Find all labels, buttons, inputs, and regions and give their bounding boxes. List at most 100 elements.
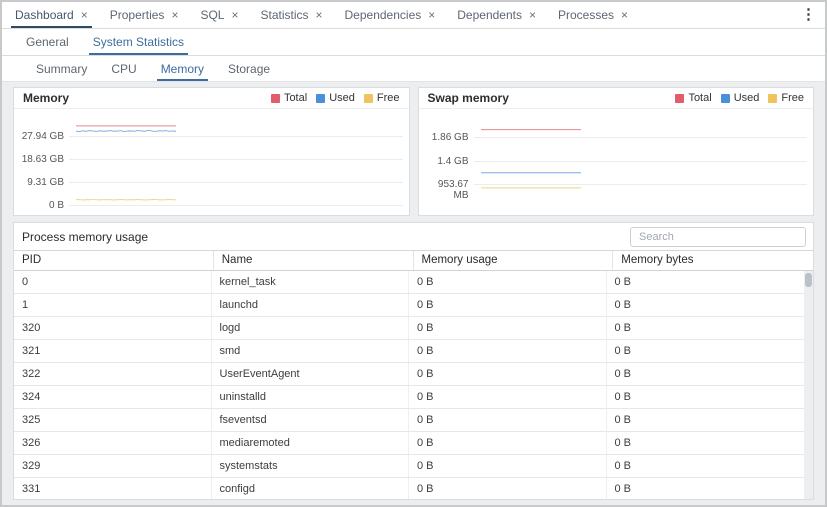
tab-storage[interactable]: Storage xyxy=(216,56,282,81)
tab-dashboard[interactable]: Dashboard× xyxy=(4,2,99,28)
legend-label: Free xyxy=(377,92,400,104)
legend-item-free[interactable]: Free xyxy=(364,92,400,104)
close-icon[interactable]: × xyxy=(231,9,238,21)
legend-label: Free xyxy=(781,92,804,104)
close-icon[interactable]: × xyxy=(171,9,178,21)
table-body: 0kernel_task0 B0 B1launchd0 B0 B320logd0… xyxy=(14,271,813,499)
swap-chart-legend: Total Used Free xyxy=(675,92,804,104)
dashboard-tab-bar: GeneralSystem Statistics xyxy=(2,29,825,56)
cell-name: kernel_task xyxy=(212,271,410,293)
swap-chart-plot: 1.86 GB1.4 GB953.67 MB xyxy=(421,110,812,213)
cell-pid: 326 xyxy=(14,432,212,454)
tab-cpu[interactable]: CPU xyxy=(99,56,148,81)
cell-memory-bytes: 0 B xyxy=(607,432,805,454)
close-icon[interactable]: × xyxy=(529,9,536,21)
column-header-memory-bytes[interactable]: Memory bytes xyxy=(613,251,813,270)
table-row[interactable]: 320logd0 B0 B xyxy=(14,317,804,340)
cell-pid: 0 xyxy=(14,271,212,293)
tab-properties[interactable]: Properties× xyxy=(99,2,190,28)
tab-statistics[interactable]: Statistics× xyxy=(249,2,333,28)
cell-pid: 331 xyxy=(14,478,212,499)
y-axis-tick-label: 1.86 GB xyxy=(421,132,469,143)
table-column-headers: PIDNameMemory usageMemory bytes xyxy=(14,250,813,271)
free-swatch-icon xyxy=(768,94,777,103)
memory-chart-panel: Memory TotalUsedFree 27.94 GB18.63 GB9.3… xyxy=(13,87,410,216)
cell-name: systemstats xyxy=(212,455,410,477)
tab-summary[interactable]: Summary xyxy=(24,56,99,81)
pgadmin-dashboard-window: Dashboard×Properties×SQL×Statistics×Depe… xyxy=(0,0,827,507)
cell-pid: 322 xyxy=(14,363,212,385)
y-axis-tick-label: 9.31 GB xyxy=(16,177,64,188)
memory-chart-header: Memory Total Used Free xyxy=(14,88,409,109)
tab-label: Processes xyxy=(558,8,614,22)
column-header-name[interactable]: Name xyxy=(214,251,414,270)
cell-name: smd xyxy=(212,340,410,362)
table-row[interactable]: 321smd0 B0 B xyxy=(14,340,804,363)
swap-chart-title: Swap memory xyxy=(428,91,509,105)
kebab-menu-icon[interactable]: ⋮ xyxy=(801,6,816,24)
main-tab-bar: Dashboard×Properties×SQL×Statistics×Depe… xyxy=(2,2,825,29)
memory-chart-title: Memory xyxy=(23,91,69,105)
y-axis-tick-label: 0 B xyxy=(16,200,64,211)
cell-name: fseventsd xyxy=(212,409,410,431)
cell-memory-usage: 0 B xyxy=(409,271,607,293)
legend-label: Used xyxy=(329,92,355,104)
process-table-title: Process memory usage xyxy=(22,230,148,244)
table-scrollbar-track[interactable] xyxy=(804,271,813,499)
y-axis-tick-label: 953.67 MB xyxy=(421,179,469,201)
tab-label: Dependents xyxy=(457,8,522,22)
table-row[interactable]: 331configd0 B0 B xyxy=(14,478,804,499)
cell-name: logd xyxy=(212,317,410,339)
tab-sql[interactable]: SQL× xyxy=(189,2,249,28)
free-swatch-icon xyxy=(364,94,373,103)
close-icon[interactable]: × xyxy=(316,9,323,21)
table-row[interactable]: 1launchd0 B0 B xyxy=(14,294,804,317)
legend-item-total[interactable]: Total xyxy=(271,92,307,104)
close-icon[interactable]: × xyxy=(81,9,88,21)
y-axis-tick-label: 18.63 GB xyxy=(16,154,64,165)
legend-item-total[interactable]: Total xyxy=(675,92,711,104)
legend-label: Total xyxy=(284,92,307,104)
swap-memory-chart-panel: Swap memory Total Used Free 1.86 GB1.4 GB9… xyxy=(418,87,815,216)
legend-item-free[interactable]: Free xyxy=(768,92,804,104)
tab-system-statistics[interactable]: System Statistics xyxy=(81,29,196,55)
cell-pid: 324 xyxy=(14,386,212,408)
tab-memory[interactable]: Memory xyxy=(149,56,216,81)
tab-processes[interactable]: Processes × xyxy=(547,2,639,28)
series-line-used xyxy=(76,130,176,131)
used-swatch-icon xyxy=(721,94,730,103)
cell-pid: 1 xyxy=(14,294,212,316)
cell-memory-usage: 0 B xyxy=(409,294,607,316)
tab-label: Dependencies xyxy=(345,8,422,22)
tab-general[interactable]: General xyxy=(14,29,81,55)
cell-name: UserEventAgent xyxy=(212,363,410,385)
cell-name: configd xyxy=(212,478,410,499)
search-input[interactable] xyxy=(630,227,806,247)
column-header-pid[interactable]: PID xyxy=(14,251,214,270)
table-row[interactable]: 325fseventsd0 B0 B xyxy=(14,409,804,432)
table-row[interactable]: 329systemstats0 B0 B xyxy=(14,455,804,478)
table-row[interactable]: 0kernel_task0 B0 B xyxy=(14,271,804,294)
table-scrollbar-thumb[interactable] xyxy=(805,273,812,287)
tab-dependencies[interactable]: Dependencies × xyxy=(334,2,447,28)
tab-dependents[interactable]: Dependents × xyxy=(446,2,547,28)
table-row[interactable]: 322UserEventAgent0 B0 B xyxy=(14,363,804,386)
cell-pid: 320 xyxy=(14,317,212,339)
legend-item-used[interactable]: Used xyxy=(316,92,355,104)
cell-memory-bytes: 0 B xyxy=(607,294,805,316)
swap-memory-series-lines xyxy=(481,110,581,213)
legend-label: Used xyxy=(734,92,760,104)
legend-item-used[interactable]: Used xyxy=(721,92,760,104)
cell-pid: 325 xyxy=(14,409,212,431)
memory-chart-legend: Total Used Free xyxy=(271,92,400,104)
table-row[interactable]: 324uninstalld0 B0 B xyxy=(14,386,804,409)
close-icon[interactable]: × xyxy=(428,9,435,21)
cell-name: launchd xyxy=(212,294,410,316)
memory-series-lines xyxy=(76,110,176,213)
column-header-memory-usage[interactable]: Memory usage xyxy=(414,251,614,270)
process-memory-panel: Process memory usage PIDNameMemory usage… xyxy=(13,222,814,500)
close-icon[interactable]: × xyxy=(621,9,628,21)
cell-memory-usage: 0 B xyxy=(409,340,607,362)
cell-name: uninstalld xyxy=(212,386,410,408)
table-row[interactable]: 326mediaremoted0 B0 B xyxy=(14,432,804,455)
